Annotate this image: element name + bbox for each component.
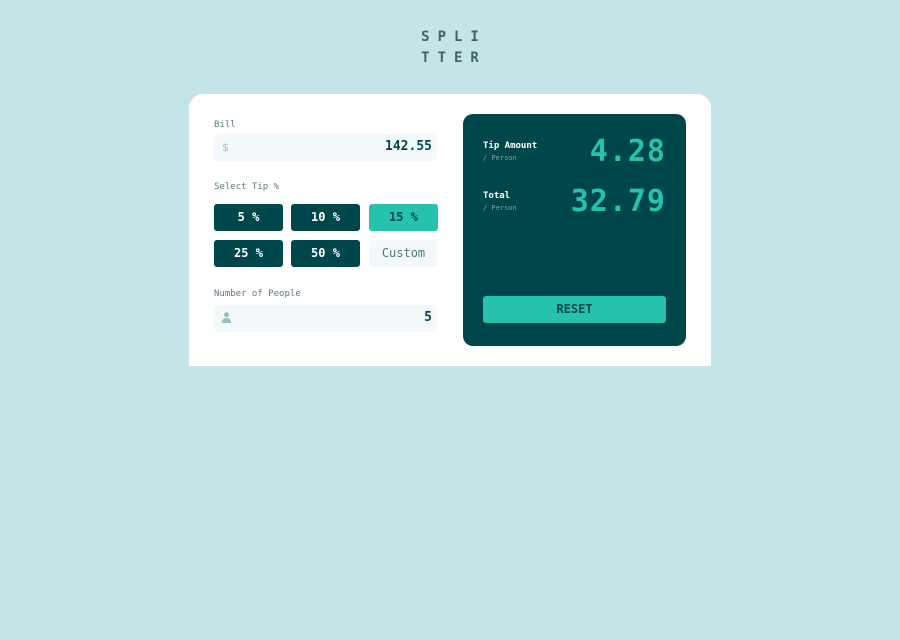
total-sublabel: / Person — [483, 204, 517, 212]
results-panel: Tip Amount / Person 4.28 Total / Person … — [463, 114, 686, 346]
calculator-card: Bill $ 142.55 Select Tip % 5 % 10 % 15 %… — [189, 94, 711, 366]
total-label: Total — [483, 191, 511, 201]
people-label: Number of People — [214, 289, 301, 299]
select-tip-label: Select Tip % — [214, 182, 280, 192]
tip-button-5[interactable]: 5 % — [214, 204, 283, 231]
bill-value: 142.55 — [385, 139, 432, 154]
tip-button-10[interactable]: 10 % — [291, 204, 360, 231]
custom-tip-input[interactable]: Custom — [369, 240, 438, 267]
logo-line-2: TTER — [421, 50, 487, 66]
person-icon — [222, 312, 231, 323]
total-value: 32.79 — [570, 184, 666, 219]
logo-line-1: SPLI — [421, 29, 487, 45]
dollar-icon: $ — [222, 141, 229, 154]
bill-input[interactable]: $ 142.55 — [214, 134, 437, 161]
reset-button[interactable]: RESET — [483, 296, 666, 323]
tip-button-25[interactable]: 25 % — [214, 240, 283, 267]
tip-amount-value: 4.28 — [589, 134, 666, 169]
people-value: 5 — [424, 310, 432, 325]
app-logo: SPLI TTER — [0, 27, 900, 69]
bill-label: Bill — [214, 120, 236, 130]
tip-button-15[interactable]: 15 % — [369, 204, 438, 231]
tip-button-50[interactable]: 50 % — [291, 240, 360, 267]
tip-amount-sublabel: / Person — [483, 154, 517, 162]
tip-amount-label: Tip Amount — [483, 141, 538, 151]
people-input[interactable]: 5 — [214, 305, 437, 332]
